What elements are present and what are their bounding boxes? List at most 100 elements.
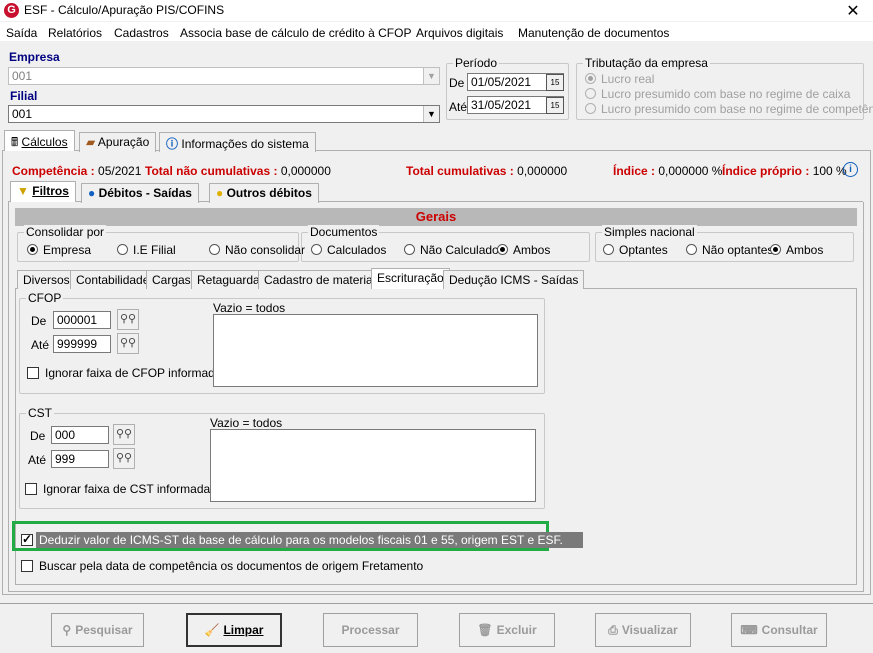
radio-lucro-real[interactable]: Lucro real: [585, 72, 654, 86]
radio-consolidar-empresa[interactable]: Empresa: [27, 243, 91, 257]
window-title: ESF - Cálculo/Apuração PIS/COFINS: [24, 3, 225, 17]
cst-ate-label: Até: [28, 453, 47, 467]
close-icon[interactable]: ✕: [843, 1, 863, 21]
filial-value: 001: [12, 107, 33, 121]
cumulativas-summary: Total cumulativas : 0,000000: [406, 164, 568, 178]
binoculars-icon[interactable]: ⚲⚲: [117, 309, 139, 330]
calendar-icon[interactable]: 15: [546, 97, 564, 114]
cfop-de-label: De: [31, 314, 47, 328]
radio-nao-optantes[interactable]: Não optantes: [686, 243, 773, 257]
radio-documentos-ambos[interactable]: Ambos: [497, 243, 550, 257]
cst-de-label: De: [30, 429, 46, 443]
binoculars-icon[interactable]: ⚲⚲: [113, 448, 135, 469]
chevron-down-icon[interactable]: ▼: [423, 106, 439, 122]
menu-cadastros[interactable]: Cadastros: [114, 26, 169, 40]
cst-ate-input[interactable]: 999: [51, 450, 109, 468]
limpar-button[interactable]: 🧹 Limpar: [186, 613, 282, 647]
radio-simples-ambos[interactable]: Ambos: [770, 243, 823, 257]
subtab-diversos[interactable]: Diversos: [17, 270, 76, 289]
chevron-down-icon[interactable]: ▼: [423, 68, 439, 84]
calculator-icon: 🖩: [11, 135, 19, 149]
cfop-ignorar-checkbox[interactable]: Ignorar faixa de CFOP informada: [27, 366, 222, 380]
processar-button[interactable]: Processar: [323, 613, 418, 647]
subtab-escrituracao[interactable]: Escrituração: [371, 268, 450, 289]
info-icon[interactable]: i: [843, 162, 858, 177]
yellow-dot-icon: ●: [216, 186, 224, 200]
menu-relatorios[interactable]: Relatórios: [48, 26, 102, 40]
cfop-title: CFOP: [26, 291, 64, 305]
cst-vazio-label: Vazio = todos: [210, 416, 283, 430]
documentos-title: Documentos: [308, 225, 380, 239]
periodo-de-label: De: [449, 76, 465, 90]
subtab-cargas[interactable]: Cargas: [146, 270, 197, 289]
tab-debitos-saidas[interactable]: ● Débitos - Saídas: [81, 183, 199, 203]
filial-label: Filial: [10, 89, 38, 103]
binoculars-icon[interactable]: ⚲⚲: [117, 333, 139, 354]
consult-icon: ⌨: [740, 623, 758, 637]
gerais-header: Gerais: [15, 208, 857, 226]
periodo-title: Período: [453, 56, 500, 70]
tab-filtros[interactable]: ▼ Filtros: [10, 181, 76, 202]
coins-icon: ▰: [86, 135, 96, 149]
consultar-button[interactable]: ⌨ Consultar: [731, 613, 827, 647]
cfop-de-input[interactable]: 000001: [53, 311, 111, 329]
cfop-vazio-label: Vazio = todos: [213, 301, 286, 315]
periodo-ate-value: 31/05/2021: [471, 98, 532, 112]
printer-icon: ⎙: [608, 622, 618, 637]
menu-arquivos-digitais[interactable]: Arquivos digitais: [416, 26, 503, 40]
radio-nao-calculados[interactable]: Não Calculados: [404, 243, 505, 257]
binoculars-icon[interactable]: ⚲⚲: [113, 424, 135, 445]
broom-icon: 🧹: [204, 623, 220, 637]
radio-lucro-presumido-caixa[interactable]: Lucro presumido com base no regime de ca…: [585, 87, 850, 101]
cst-title: CST: [26, 406, 54, 420]
indice-summary: Índice : 0,000000 %: [613, 164, 723, 178]
indice-proprio-summary: Índice próprio : 100 %: [722, 164, 847, 178]
subtab-deducao-icms[interactable]: Dedução ICMS - Saídas: [443, 270, 585, 289]
visualizar-button[interactable]: ⎙ Visualizar: [595, 613, 691, 647]
tributacao-title: Tributação da empresa: [583, 56, 710, 70]
cst-de-input[interactable]: 000: [51, 426, 109, 444]
bottom-divider: [0, 603, 873, 604]
cfop-ate-input[interactable]: 999999: [53, 335, 111, 353]
menu-associa-base[interactable]: Associa base de cálculo de crédito à CFO…: [180, 26, 411, 40]
tab-apuracao[interactable]: ▰ Apuração: [79, 132, 157, 152]
buscar-competencia-checkbox[interactable]: Buscar pela data de competência os docum…: [21, 559, 423, 573]
radio-nao-consolidar[interactable]: Não consolidar: [209, 243, 305, 257]
app-logo-icon: G: [4, 3, 19, 18]
consolidar-title: Consolidar por: [24, 225, 107, 239]
tab-outros-debitos[interactable]: ● Outros débitos: [209, 183, 319, 203]
tab-calculos[interactable]: 🖩 Cálculos: [4, 130, 75, 151]
excluir-button[interactable]: 🗑 Excluir: [459, 613, 555, 647]
cst-ignorar-checkbox[interactable]: Ignorar faixa de CST informada: [25, 482, 210, 496]
radio-calculados[interactable]: Calculados: [311, 243, 386, 257]
trash-icon: 🗑: [477, 623, 493, 637]
cfop-ate-label: Até: [31, 338, 50, 352]
deduzir-checkbox[interactable]: Deduzir valor de ICMS-ST da base de cálc…: [21, 532, 563, 547]
subtab-cadastro-materiais[interactable]: Cadastro de materiais: [258, 270, 388, 289]
info-icon: ⓘ: [166, 137, 179, 151]
subtab-contabilidade[interactable]: Contabilidade: [70, 270, 156, 289]
empresa-combo[interactable]: 001 ▼: [8, 67, 440, 85]
title-bar: G ESF - Cálculo/Apuração PIS/COFINS ✕: [0, 0, 873, 21]
simples-title: Simples nacional: [602, 225, 697, 239]
empresa-label: Empresa: [9, 50, 60, 64]
cst-list[interactable]: [210, 429, 536, 502]
menu-bar: Saída Relatórios Cadastros Associa base …: [0, 22, 873, 42]
empresa-value: 001: [12, 69, 33, 83]
menu-manutencao[interactable]: Manutenção de documentos: [518, 26, 669, 40]
search-icon: ⚲: [62, 623, 72, 637]
pesquisar-button[interactable]: ⚲ Pesquisar: [51, 613, 144, 647]
cfop-list[interactable]: [213, 314, 538, 387]
filial-combo[interactable]: 001 ▼: [8, 105, 440, 123]
blue-dot-icon: ●: [88, 186, 96, 200]
periodo-de-value: 01/05/2021: [471, 75, 532, 89]
radio-lucro-presumido-competencia[interactable]: Lucro presumido com base no regime de co…: [585, 102, 873, 116]
menu-saida[interactable]: Saída: [6, 26, 37, 40]
tab-informacoes[interactable]: ⓘ Informações do sistema: [159, 132, 316, 152]
radio-optantes[interactable]: Optantes: [603, 243, 668, 257]
calendar-icon[interactable]: 15: [546, 74, 564, 91]
filter-icon: ▼: [17, 184, 29, 198]
subtab-retaguarda[interactable]: Retaguarda: [191, 270, 266, 289]
radio-consolidar-ie-filial[interactable]: I.E Filial: [117, 243, 176, 257]
periodo-ate-label: Até: [449, 100, 468, 114]
